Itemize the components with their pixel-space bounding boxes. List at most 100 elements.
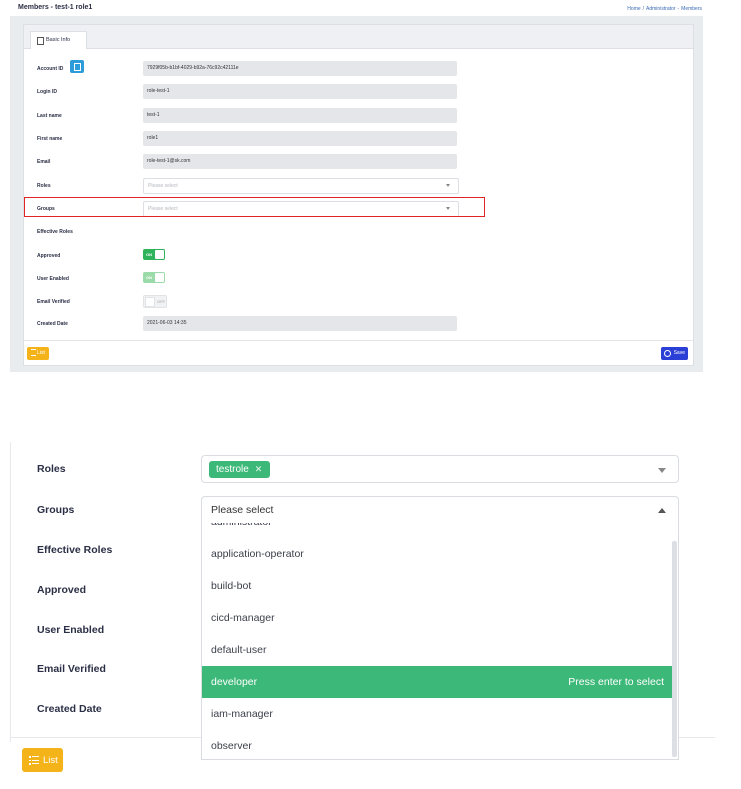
row-effective-roles: Effective Roles <box>24 224 693 240</box>
tab-basic-info[interactable]: Basic Info <box>30 31 87 49</box>
tab-label: Basic Info <box>46 37 71 43</box>
email-verified-label: Email Verified <box>37 299 70 305</box>
breadcrumb-administrator[interactable]: Administrator <box>646 6 675 12</box>
email-field: role-test-1@sk.com <box>143 154 457 169</box>
save-button[interactable]: Save <box>661 347 688 360</box>
groups-select[interactable]: Please select <box>201 496 679 524</box>
effective-roles-label: Effective Roles <box>37 544 113 556</box>
groups-dropdown: administrator application-operator build… <box>201 523 679 760</box>
login-id-label: Login ID <box>37 89 57 95</box>
option-label: observer <box>211 740 252 752</box>
role-chip: testrole ✕ <box>209 461 271 478</box>
last-name-label: Last name <box>37 113 62 119</box>
zoomed-form-view: Roles testrole ✕ Groups Please select Eff… <box>0 442 741 789</box>
email-verified-toggle[interactable]: OFF <box>143 295 167 308</box>
groups-placeholder: Please select <box>211 504 274 516</box>
document-icon <box>37 37 44 45</box>
option-label: developer <box>211 676 258 688</box>
option-label: default-user <box>211 644 267 656</box>
member-form-card: Basic Info Account ID 7929f05b-b1bf-4029… <box>23 24 694 366</box>
list-button[interactable]: List <box>27 347 49 360</box>
option-label: cicd-manager <box>211 612 275 624</box>
effective-roles-label: Effective Roles <box>37 229 73 235</box>
roles-select[interactable]: Please select <box>143 178 459 194</box>
option-label: build-bot <box>211 580 252 592</box>
option-label: administrator <box>211 523 272 528</box>
breadcrumb-separator: / <box>642 6 645 12</box>
approved-label: Approved <box>37 253 61 259</box>
breadcrumb: Home / Administrator - Members <box>625 6 702 12</box>
list-button-label: List <box>43 755 58 766</box>
first-name-field: role1 <box>143 131 457 146</box>
user-enabled-label: User Enabled <box>37 624 105 636</box>
row-user-enabled: User Enabled ON <box>24 271 693 287</box>
page-header: Members - test-1 role1 Home / Administrato… <box>18 2 702 16</box>
user-enabled-label: User Enabled <box>37 276 69 282</box>
dropdown-option-highlighted[interactable]: developer Press enter to select <box>202 666 672 698</box>
roles-select[interactable]: testrole ✕ <box>201 455 679 483</box>
row-email: Email role-test-1@sk.com <box>24 154 693 170</box>
page-title: Members - test-1 role1 <box>18 4 93 11</box>
dropdown-option[interactable]: administrator <box>202 523 672 538</box>
approved-label: Approved <box>37 584 87 596</box>
list-button[interactable]: List <box>22 748 63 772</box>
roles-label: Roles <box>37 463 66 475</box>
roles-label: Roles <box>37 183 51 189</box>
row-login-id: Login ID role-test-1 <box>24 84 693 100</box>
toggle-knob <box>155 250 164 259</box>
dropdown-scrollbar[interactable] <box>672 541 677 757</box>
row-roles: Roles Please select <box>24 178 693 194</box>
row-account-id: Account ID 7929f05b-b1bf-4029-b92a-76c92… <box>24 60 693 77</box>
created-date-label: Created Date <box>37 321 68 327</box>
account-id-field: 7929f05b-b1bf-4029-b92a-76c92c42111e <box>143 61 457 76</box>
breadcrumb-members: Members <box>681 6 702 12</box>
copy-icon[interactable] <box>70 60 84 73</box>
card-footer: List Save <box>24 340 693 366</box>
groups-highlight-box <box>24 197 485 217</box>
list-icon <box>29 755 39 765</box>
option-label: iam-manager <box>211 708 273 720</box>
login-id-field: role-test-1 <box>143 84 457 99</box>
email-label: Email <box>37 159 51 165</box>
dropdown-option[interactable]: iam-manager <box>202 698 672 730</box>
breadcrumb-separator: - <box>677 6 680 12</box>
chevron-down-icon <box>658 468 666 473</box>
dropdown-option[interactable]: default-user <box>202 634 672 666</box>
created-date-label: Created Date <box>37 703 102 715</box>
toggle-text: ON <box>146 275 152 280</box>
row-last-name: Last name test-1 <box>24 108 693 124</box>
dropdown-option[interactable]: observer <box>202 730 672 759</box>
groups-label: Groups <box>37 504 75 516</box>
divider <box>10 442 11 742</box>
dropdown-option[interactable]: application-operator <box>202 538 672 570</box>
chevron-up-icon <box>658 508 666 513</box>
toggle-text: ON <box>146 252 152 257</box>
row-email-verified: Email Verified OFF <box>24 294 693 310</box>
toggle-knob <box>155 273 164 282</box>
enter-hint: Press enter to select <box>568 676 664 688</box>
breadcrumb-home[interactable]: Home <box>627 6 640 12</box>
roles-placeholder: Please select <box>148 183 178 189</box>
user-enabled-toggle[interactable]: ON <box>143 272 165 283</box>
save-button-label: Save <box>673 350 685 356</box>
check-circle-icon <box>664 350 671 357</box>
last-name-field: test-1 <box>143 108 457 123</box>
approved-toggle[interactable]: ON <box>143 249 165 260</box>
option-label: application-operator <box>211 548 304 560</box>
row-first-name: First name role1 <box>24 131 693 147</box>
created-date-field: 2021-06-03 14:35 <box>143 316 457 331</box>
list-button-label: List <box>37 350 45 356</box>
chevron-down-icon <box>446 184 450 187</box>
row-approved: Approved ON <box>24 248 693 264</box>
toggle-knob <box>145 297 155 307</box>
row-created-date: Created Date 2021-06-03 14:35 <box>24 316 693 332</box>
first-name-label: First name <box>37 136 63 142</box>
email-verified-label: Email Verified <box>37 663 106 675</box>
tab-strip: Basic Info <box>24 25 693 49</box>
list-icon <box>31 349 37 357</box>
close-icon[interactable]: ✕ <box>255 464 263 474</box>
account-id-label: Account ID <box>37 66 64 72</box>
dropdown-option[interactable]: build-bot <box>202 570 672 602</box>
dropdown-option[interactable]: cicd-manager <box>202 602 672 634</box>
role-chip-label: testrole <box>216 464 249 475</box>
